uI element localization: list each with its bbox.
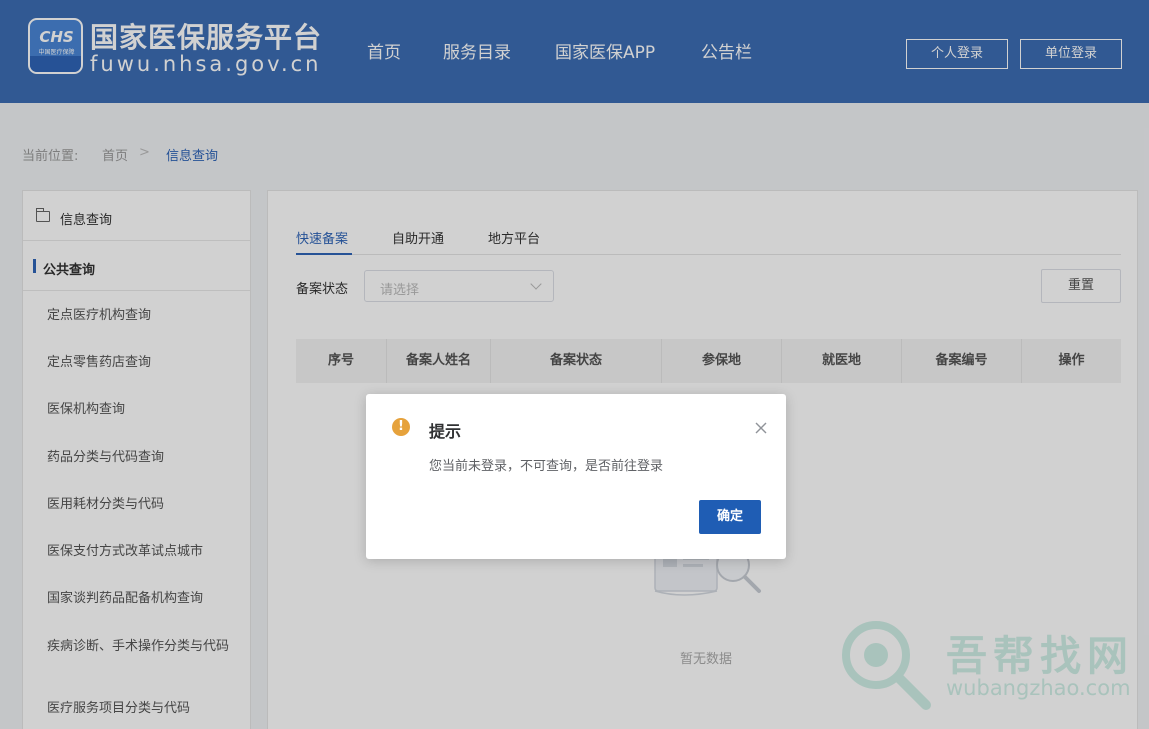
modal-overlay[interactable] (0, 0, 1149, 729)
close-icon[interactable] (754, 421, 768, 435)
dialog-title: 提示 (429, 422, 462, 441)
login-prompt-dialog: ! 提示 您当前未登录，不可查询，是否前往登录 确定 (366, 394, 786, 559)
warning-icon: ! (392, 418, 410, 436)
dialog-message: 您当前未登录，不可查询，是否前往登录 (429, 459, 664, 474)
confirm-button[interactable]: 确定 (699, 500, 761, 534)
